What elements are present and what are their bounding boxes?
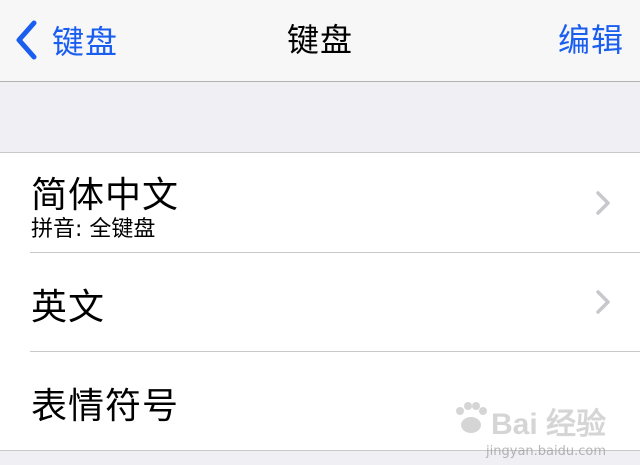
list-item-subtitle: 拼音: 全键盘 xyxy=(31,217,156,242)
chevron-right-icon xyxy=(596,191,610,219)
paw-icon xyxy=(451,401,491,441)
chevron-right-icon xyxy=(596,290,610,318)
list-item-title: 表情符号 xyxy=(31,386,180,427)
watermark-url: jingyan.baidu.com xyxy=(486,444,606,459)
navigation-bar: 键盘 键盘 编辑 xyxy=(0,0,640,82)
watermark-logo: Bai 经验 xyxy=(451,399,606,443)
list-item-simplified-chinese[interactable]: 简体中文 拼音: 全键盘 xyxy=(0,153,640,252)
page-title: 键盘 xyxy=(286,21,353,59)
watermark-text: Bai 经验 xyxy=(490,408,606,441)
list-item-english[interactable]: 英文 xyxy=(0,252,640,351)
edit-button[interactable]: 编辑 xyxy=(558,18,624,62)
list-item-title: 英文 xyxy=(31,287,106,328)
